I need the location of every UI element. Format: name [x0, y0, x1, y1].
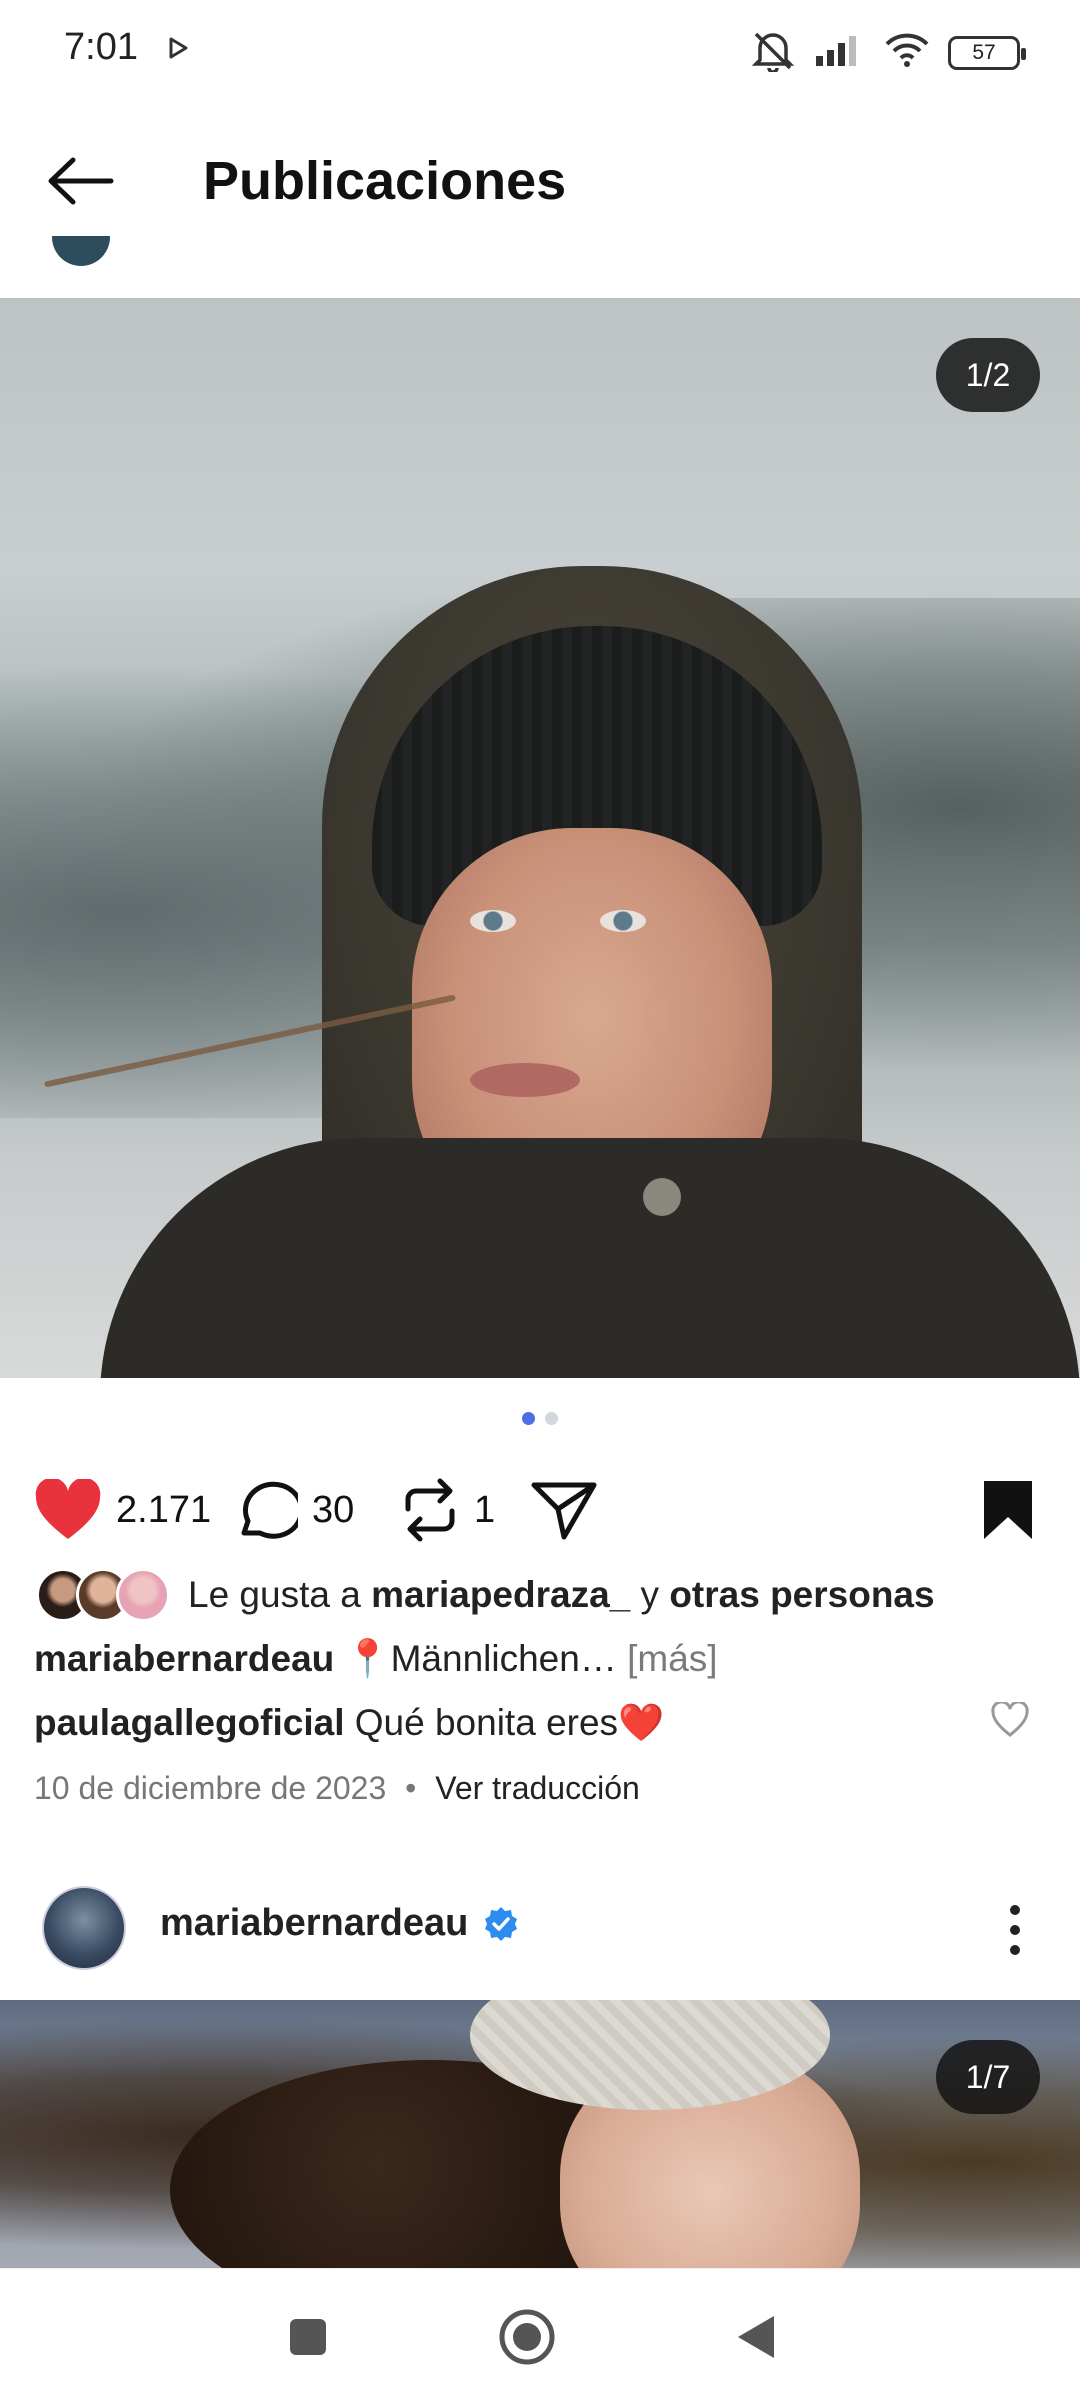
repost-button[interactable]: 1	[400, 1460, 495, 1560]
caption-username[interactable]: mariabernardeau	[34, 1638, 334, 1679]
top-comment[interactable]: paulagallegoficial Qué bonita eres❤️	[34, 1702, 664, 1745]
home-button[interactable]	[487, 2297, 567, 2377]
page-title: Publicaciones	[203, 151, 567, 211]
comments-count: 30	[312, 1488, 355, 1531]
battery-icon: 57	[948, 35, 1026, 70]
arrow-left-icon	[48, 157, 114, 205]
comment-username[interactable]: paulagallegoficial	[34, 1702, 344, 1743]
wifi-icon	[884, 32, 930, 73]
post-image[interactable]: 1/7	[0, 2000, 1080, 2270]
post-caption[interactable]: mariabernardeau 📍Männlichen… [más]	[34, 1638, 718, 1681]
post-actions: 2.171 30 1	[0, 1460, 1080, 1560]
liked-by-others[interactable]: otras personas	[669, 1574, 934, 1615]
triangle-back-icon	[738, 2316, 774, 2358]
post-image[interactable]: 1/2	[0, 298, 1080, 1378]
circle-icon	[499, 2309, 555, 2365]
more-options-button[interactable]	[1000, 1900, 1030, 1960]
more-vertical-icon	[1010, 1905, 1020, 1955]
carousel-indicator	[0, 1412, 1080, 1425]
bookmark-filled-icon	[984, 1481, 1032, 1539]
comment-text: Qué bonita eres❤️	[354, 1702, 665, 1743]
post-meta: 10 de diciembre de 2023 • Ver traducción	[34, 1770, 640, 1807]
recents-button[interactable]	[268, 2297, 348, 2377]
mute-icon	[750, 28, 796, 77]
carousel-dot	[545, 1412, 558, 1425]
back-button[interactable]	[40, 146, 120, 216]
likes-count: 2.171	[116, 1488, 212, 1531]
image-counter: 1/2	[936, 338, 1040, 412]
image-counter: 1/7	[936, 2040, 1040, 2114]
verified-badge-icon	[485, 1906, 518, 1941]
comment-button[interactable]: 30	[232, 1460, 354, 1560]
caption-text: 📍Männlichen…	[344, 1638, 617, 1679]
top-app-bar: Publicaciones	[0, 96, 1080, 246]
status-time: 7:01	[64, 26, 138, 68]
avatar[interactable]	[52, 236, 110, 266]
comment-like-button[interactable]	[990, 1700, 1030, 1743]
system-navigation-bar	[0, 2268, 1080, 2400]
status-bar: 7:01 57	[0, 0, 1080, 96]
meta-separator: •	[405, 1770, 417, 1806]
liked-by-text: Le gusta a mariapedraza_ y otras persona…	[188, 1574, 935, 1615]
carousel-dot-active	[522, 1412, 535, 1425]
send-icon	[531, 1482, 597, 1540]
share-button[interactable]	[530, 1460, 598, 1560]
square-icon	[290, 2319, 326, 2355]
reposts-count: 1	[474, 1488, 496, 1531]
avatar	[116, 1568, 170, 1622]
caption-more-link[interactable]: [más]	[627, 1638, 717, 1679]
play-icon	[168, 36, 190, 65]
back-nav-button[interactable]	[716, 2297, 796, 2377]
heart-outline-icon	[991, 1700, 1029, 1737]
repost-icon	[405, 1478, 455, 1542]
next-post-username[interactable]: mariabernardeau	[160, 1902, 520, 1945]
avatar[interactable]	[42, 1886, 126, 1970]
heart-filled-icon	[35, 1479, 101, 1539]
comment-icon	[241, 1481, 298, 1539]
post-date: 10 de diciembre de 2023	[34, 1770, 387, 1806]
status-icons: 57	[750, 28, 1026, 77]
liked-by-user[interactable]: mariapedraza_	[371, 1574, 630, 1615]
liked-by-row[interactable]: Le gusta a mariapedraza_ y otras persona…	[36, 1568, 935, 1622]
like-button[interactable]: 2.171	[34, 1460, 211, 1560]
save-button[interactable]	[980, 1460, 1036, 1560]
signal-icon	[814, 32, 866, 73]
see-translation-link[interactable]: Ver traducción	[435, 1770, 640, 1806]
